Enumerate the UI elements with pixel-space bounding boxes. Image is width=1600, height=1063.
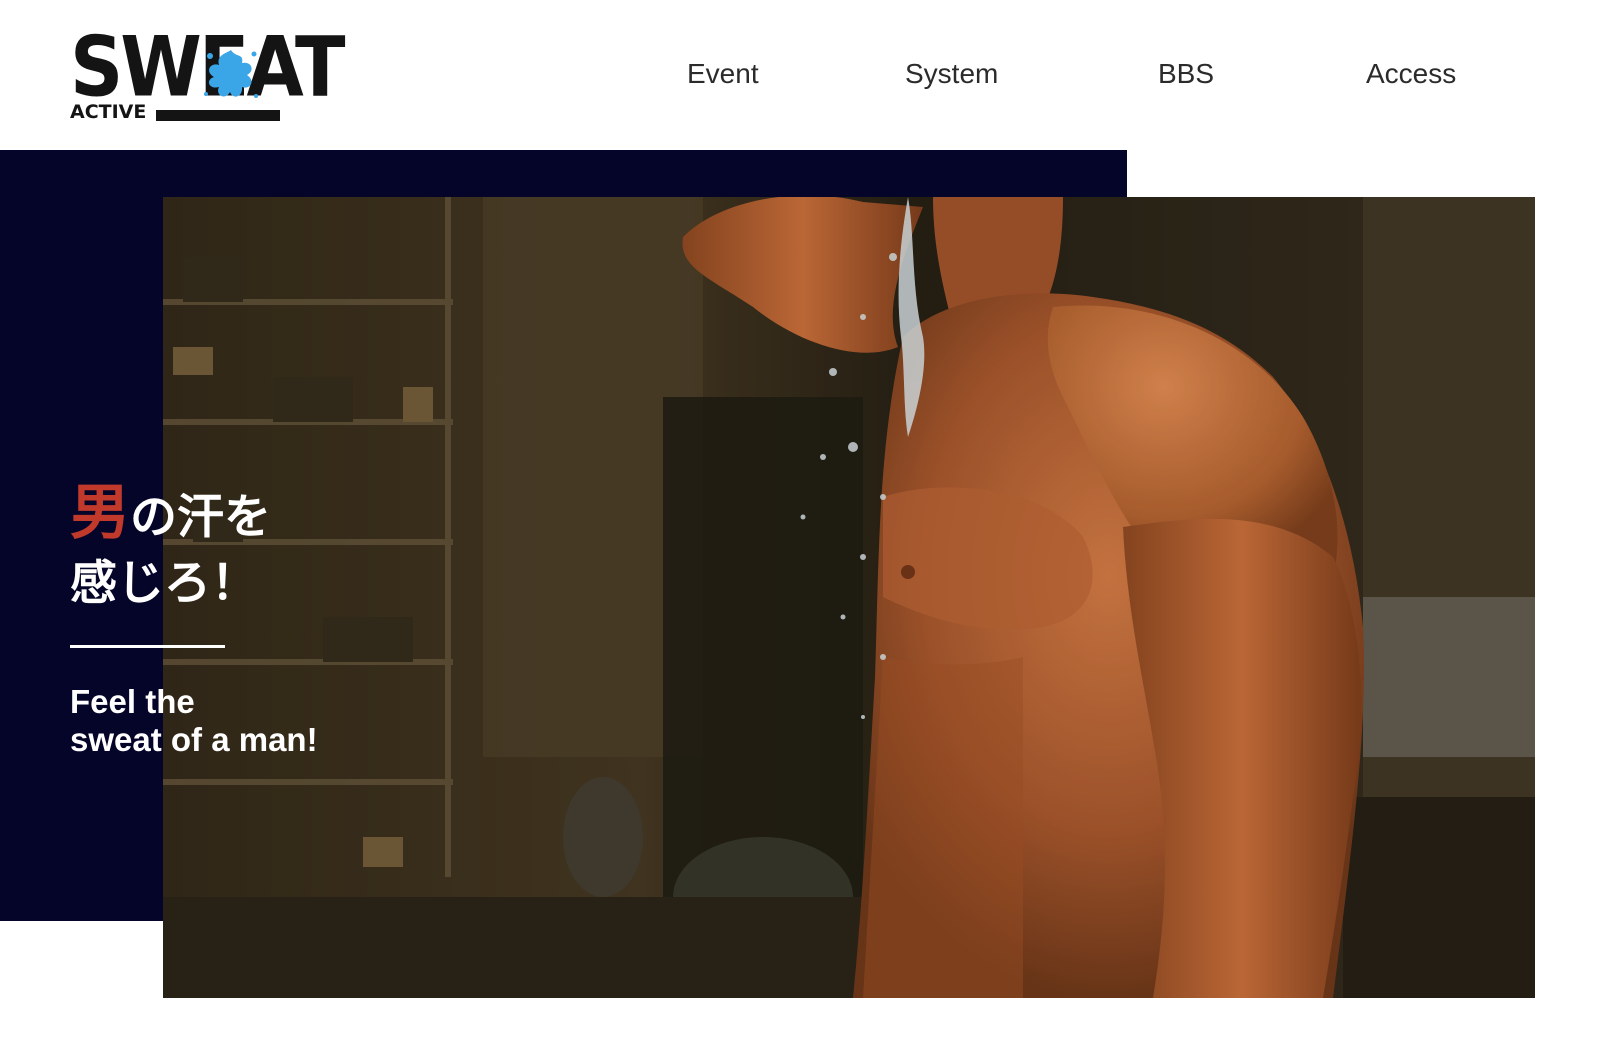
nav-access[interactable]: Access (1366, 54, 1456, 94)
headline-accent-char: 男 (70, 478, 130, 548)
hero-photo-illustration (163, 197, 1535, 998)
hero-headline: 男の汗を 感じろ！ (70, 480, 271, 617)
nav-system[interactable]: System (905, 54, 998, 94)
headline-line2: 感じろ！ (70, 556, 258, 611)
logo-subtitle: ACTIVE (70, 101, 147, 123)
headline-divider (70, 645, 225, 648)
subtitle-line2: sweat of a man! (70, 721, 318, 758)
page: SWEAT ACTIVE Event System BBS Access 男の汗… (0, 0, 1600, 1063)
nav-event[interactable]: Event (687, 54, 759, 94)
subtitle-line1: Feel the (70, 683, 195, 720)
main-nav: Event System BBS Access (0, 54, 1600, 94)
hero-image (163, 197, 1535, 998)
logo-underline (156, 110, 280, 121)
nav-bbs[interactable]: BBS (1158, 54, 1214, 94)
headline-line1: の汗を (130, 490, 271, 545)
hero-subtitle: Feel the sweat of a man! (70, 683, 318, 759)
